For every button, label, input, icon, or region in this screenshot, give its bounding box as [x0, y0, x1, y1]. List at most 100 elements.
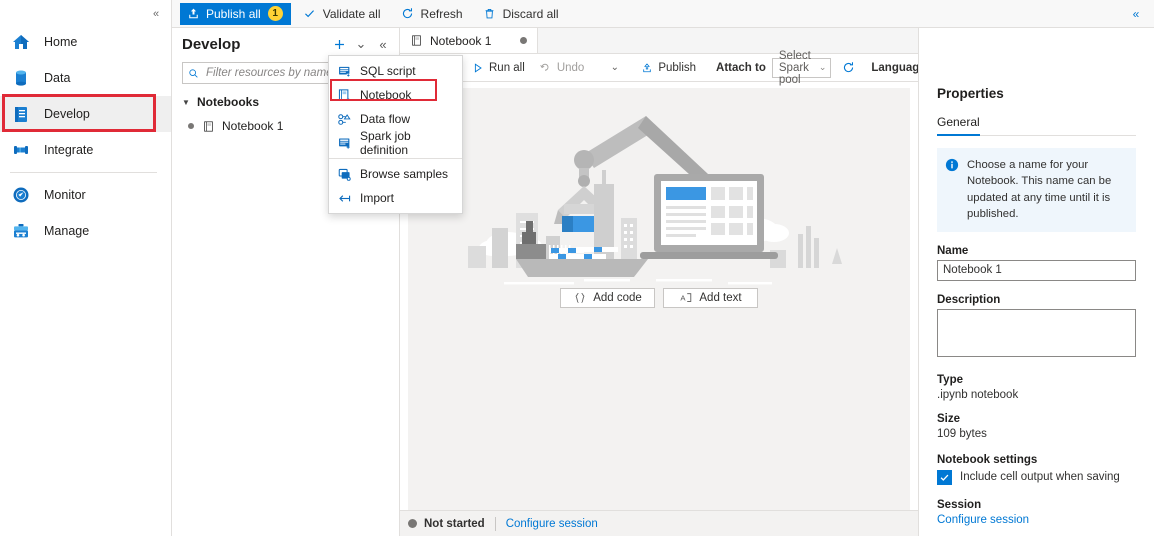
menu-item-spark-job-definition[interactable]: Spark job definition	[329, 129, 462, 157]
menu-item-import[interactable]: Import	[329, 186, 462, 210]
sidebar-item-label: Develop	[44, 107, 90, 121]
sidebar-item-home[interactable]: Home	[0, 24, 171, 60]
info-text: Choose a name for your Notebook. This na…	[967, 159, 1112, 221]
refresh-icon	[842, 61, 855, 74]
notebook-icon	[337, 88, 352, 103]
menu-item-sql-script[interactable]: SQL script	[329, 59, 462, 83]
discard-all-button[interactable]: Discard all	[475, 3, 567, 25]
run-all-label: Run all	[489, 61, 525, 74]
checkmark-icon	[303, 7, 317, 21]
gauge-icon	[10, 184, 32, 206]
session-refresh-button[interactable]	[835, 57, 867, 79]
synapse-studio-window: « Home Data Develop Integrate Monitor Ma…	[0, 0, 1154, 536]
configure-session-link[interactable]: Configure session	[937, 514, 1136, 526]
add-cell-buttons: Add code A Add text	[408, 288, 910, 308]
spark-pool-select[interactable]: Select Spark pool ⌄	[771, 50, 832, 86]
menu-item-notebook[interactable]: Notebook	[329, 83, 462, 107]
sidebar-item-monitor[interactable]: Monitor	[0, 177, 171, 213]
document-icon	[10, 103, 32, 125]
chevron-down-icon: ⌄	[610, 62, 619, 73]
session-status-text: Not started	[424, 517, 485, 530]
notebook-settings-label: Notebook settings	[937, 453, 1038, 466]
sidebar-item-label: Home	[44, 35, 78, 49]
include-output-checkbox[interactable]	[937, 469, 952, 485]
add-code-label: Add code	[593, 292, 642, 304]
notebook-icon	[202, 120, 215, 133]
description-field[interactable]	[937, 308, 1136, 357]
attach-to-label: Attach to	[716, 61, 766, 74]
notebook-status-bar: Not started Configure session	[400, 510, 918, 536]
undo-dropdown-button[interactable]: ⌄	[601, 57, 633, 79]
sidebar-item-integrate[interactable]: Integrate	[0, 132, 171, 168]
toolbox-icon	[10, 220, 32, 242]
notebook-canvas: Add code A Add text	[408, 88, 910, 516]
sidebar-item-manage[interactable]: Manage	[0, 213, 171, 249]
menu-item-label: SQL script	[360, 64, 416, 78]
name-field[interactable]	[937, 259, 1136, 281]
svg-text:A: A	[681, 294, 687, 303]
refresh-label: Refresh	[420, 6, 463, 21]
menu-item-label: Notebook	[360, 88, 412, 102]
properties-panel: Properties General Choose a name for you…	[918, 28, 1154, 536]
sidebar-item-label: Data	[44, 71, 71, 85]
play-icon	[471, 61, 484, 74]
properties-title: Properties	[937, 86, 1004, 101]
spark-pool-value: Select Spark pool	[778, 49, 811, 86]
undo-button[interactable]: Undo	[532, 57, 592, 79]
publish-button[interactable]: Publish	[633, 57, 703, 79]
refresh-button[interactable]: Refresh	[393, 3, 471, 25]
add-new-resource-button[interactable]	[329, 34, 349, 54]
unsaved-dot-icon	[520, 37, 527, 44]
data-flow-icon	[337, 112, 352, 127]
chevron-down-icon: ⌄	[818, 62, 827, 72]
run-all-button[interactable]: Run all	[464, 57, 532, 79]
menu-item-browse-samples[interactable]: Browse samples	[329, 162, 462, 186]
discard-all-label: Discard all	[502, 6, 559, 21]
sidebar-item-develop[interactable]: Develop	[0, 96, 171, 132]
import-icon	[337, 191, 352, 206]
menu-item-data-flow[interactable]: Data flow	[329, 107, 462, 131]
text-icon: A	[679, 292, 693, 304]
type-value: .ipynb notebook	[937, 388, 1019, 401]
trash-icon	[483, 7, 497, 21]
properties-tabs: General	[937, 115, 1136, 136]
sidebar-item-data[interactable]: Data	[0, 60, 171, 96]
menu-item-label: Import	[360, 191, 395, 205]
home-icon	[10, 31, 32, 53]
search-icon	[188, 68, 199, 79]
info-message: Choose a name for your Notebook. This na…	[937, 148, 1136, 232]
tab-notebook-1[interactable]: Notebook 1	[400, 28, 538, 53]
rail-collapse-icon[interactable]: «	[147, 5, 165, 23]
notebook-icon	[410, 34, 423, 47]
top-command-bar: Publish all 1 Validate all Refresh Disca…	[172, 0, 1154, 28]
include-output-row[interactable]: Include cell output when saving	[937, 469, 1136, 485]
status-divider	[494, 516, 496, 531]
panel-collapse-icon[interactable]: «	[373, 34, 393, 54]
chevron-down-icon: ▼	[182, 97, 190, 107]
publish-label: Publish	[658, 61, 697, 74]
publish-all-button[interactable]: Publish all 1	[180, 2, 291, 25]
validate-all-button[interactable]: Validate all	[295, 3, 389, 25]
publish-icon	[186, 7, 200, 21]
type-label: Type	[937, 373, 963, 386]
more-actions-button[interactable]: ⌄	[351, 34, 371, 54]
topbar-collapse-icon[interactable]: «	[1126, 5, 1146, 23]
undo-label: Undo	[556, 61, 585, 74]
undo-icon	[539, 61, 552, 74]
tab-general[interactable]: General	[937, 115, 980, 136]
notebook-editor-area: Notebook 1 Run all Undo ⌄ Publish Attach…	[400, 28, 1098, 536]
include-output-label: Include cell output when saving	[960, 471, 1120, 483]
new-resource-menu: SQL script Notebook Data flow Spark job …	[328, 55, 463, 214]
name-label: Name	[937, 244, 969, 257]
size-label: Size	[937, 412, 961, 425]
configure-session-link[interactable]: Configure session	[506, 518, 598, 530]
plus-icon	[334, 39, 344, 49]
empty-state-illustration	[408, 88, 910, 288]
sidebar-item-label: Monitor	[44, 188, 86, 202]
add-code-button[interactable]: Add code	[560, 288, 655, 308]
database-icon	[10, 67, 32, 89]
add-text-button[interactable]: A Add text	[663, 288, 758, 308]
unsaved-dot-icon	[188, 123, 194, 129]
spark-job-icon	[337, 136, 352, 151]
validate-all-label: Validate all	[322, 6, 381, 21]
